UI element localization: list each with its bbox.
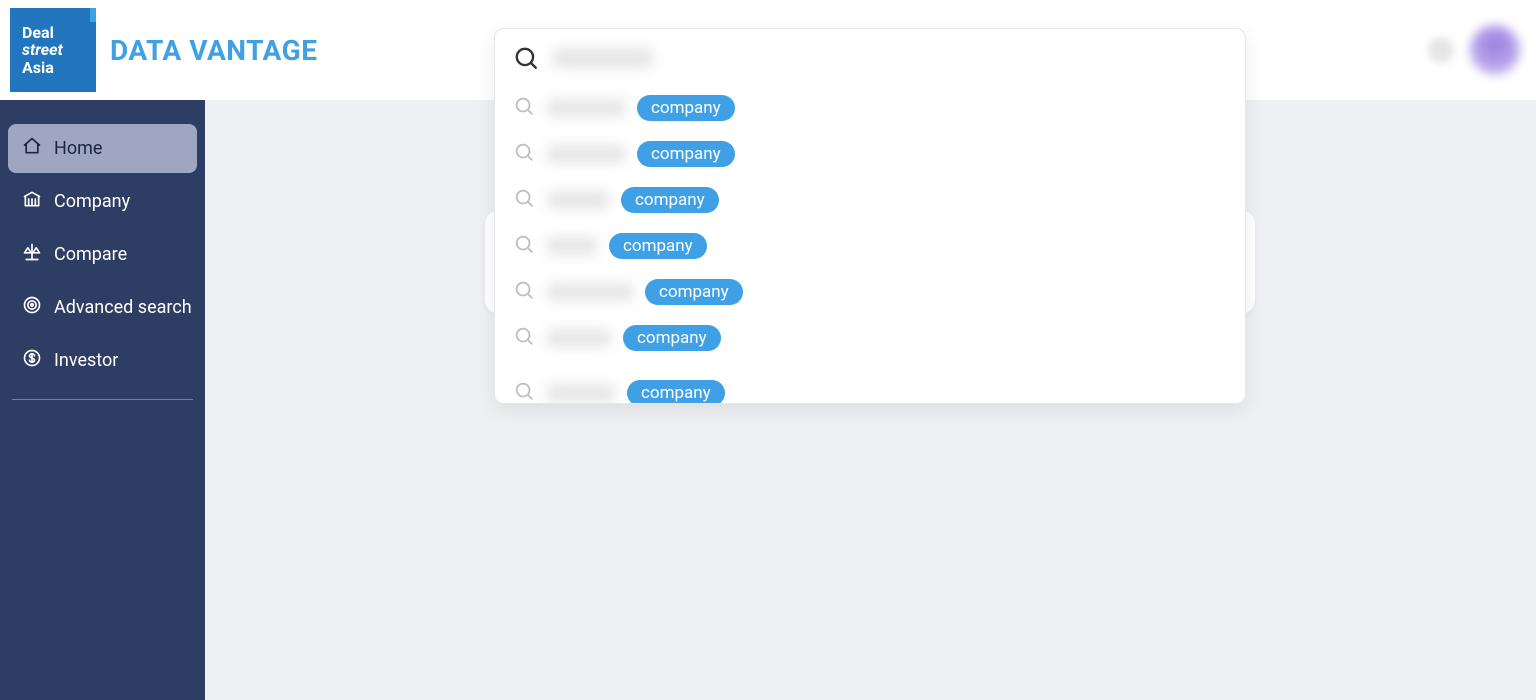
sidebar-item-label: Compare xyxy=(54,244,127,265)
sidebar-nav: Home Company Compare Advanced search Investo… xyxy=(0,100,205,700)
result-name-redacted xyxy=(547,191,609,209)
sidebar-item-label: Investor xyxy=(54,350,118,371)
result-type-tag: company xyxy=(627,380,725,403)
notification-icon[interactable] xyxy=(1428,37,1454,63)
search-input-row[interactable] xyxy=(495,29,1245,81)
result-type-tag: company xyxy=(637,141,735,167)
result-name-redacted xyxy=(547,145,625,163)
result-type-tag: company xyxy=(645,279,743,305)
search-icon xyxy=(513,233,535,259)
target-icon xyxy=(22,295,42,320)
search-dropdown-panel: company company company company company compa… xyxy=(494,28,1246,404)
result-name-redacted xyxy=(547,283,633,301)
brand-logo[interactable]: Deal street Asia xyxy=(10,8,96,92)
search-icon xyxy=(513,95,535,121)
logo-line-1: Deal xyxy=(22,24,96,42)
sidebar-item-company[interactable]: Company xyxy=(8,177,197,226)
scale-icon xyxy=(22,242,42,267)
sidebar-item-investor[interactable]: Investor xyxy=(8,336,197,385)
brand-title: DATA VANTAGE xyxy=(110,34,317,67)
search-result-row[interactable]: company xyxy=(495,269,1245,315)
search-icon xyxy=(513,374,535,400)
result-type-tag: company xyxy=(621,187,719,213)
dollar-icon xyxy=(22,348,42,373)
header-actions xyxy=(1428,25,1526,75)
sidebar-divider xyxy=(12,399,193,400)
logo-line-2: street xyxy=(22,41,96,59)
search-result-row[interactable]: company xyxy=(495,177,1245,223)
avatar[interactable] xyxy=(1470,25,1520,75)
search-result-row[interactable]: company xyxy=(495,315,1245,361)
search-result-row[interactable]: company xyxy=(495,223,1245,269)
search-result-row[interactable]: company xyxy=(495,361,1245,403)
search-icon xyxy=(513,187,535,213)
home-icon xyxy=(22,136,42,161)
sidebar-item-advanced-search[interactable]: Advanced search xyxy=(8,283,197,332)
search-icon xyxy=(513,45,539,71)
search-icon xyxy=(513,279,535,305)
result-name-redacted xyxy=(547,329,611,347)
search-result-row[interactable]: company xyxy=(495,85,1245,131)
sidebar-item-label: Advanced search xyxy=(54,297,192,318)
search-icon xyxy=(513,325,535,351)
sidebar-item-compare[interactable]: Compare xyxy=(8,230,197,279)
sidebar-item-home[interactable]: Home xyxy=(8,124,197,173)
bank-icon xyxy=(22,189,42,214)
search-icon xyxy=(513,141,535,167)
result-name-redacted xyxy=(547,99,625,117)
result-name-redacted xyxy=(547,384,615,402)
result-type-tag: company xyxy=(623,325,721,351)
search-query-redacted[interactable] xyxy=(553,48,653,68)
search-result-row[interactable]: company xyxy=(495,131,1245,177)
search-results-list: company company company company company compa… xyxy=(495,81,1245,403)
result-name-redacted xyxy=(547,237,597,255)
logo-line-3: Asia xyxy=(22,59,96,77)
result-type-tag: company xyxy=(637,95,735,121)
sidebar-item-label: Company xyxy=(54,191,130,212)
sidebar-item-label: Home xyxy=(54,138,102,159)
result-type-tag: company xyxy=(609,233,707,259)
